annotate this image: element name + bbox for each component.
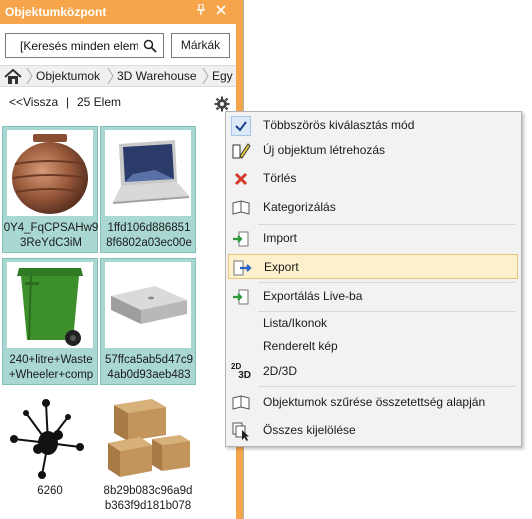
- breadcrumb-objects[interactable]: Objektumok: [36, 69, 100, 83]
- checkmark-icon: [231, 116, 251, 136]
- panel-title: Objektumközpont: [5, 5, 107, 19]
- tile-name-line2: +Wheeler+comp: [8, 369, 94, 381]
- select-all-icon: [231, 421, 251, 441]
- filter-complexity-icon: [231, 393, 251, 413]
- menu-separator: [258, 224, 516, 225]
- categorize-book-icon: [231, 198, 251, 218]
- breadcrumb-separator-icon: [107, 67, 115, 85]
- close-icon[interactable]: [214, 4, 228, 20]
- green-wheelie-bin-thumbnail: [7, 262, 93, 348]
- breadcrumb-3d-warehouse[interactable]: 3D Warehouse: [117, 69, 197, 83]
- gear-icon[interactable]: [214, 96, 230, 112]
- tile-name-line2: 8f6802a03ec00e: [106, 237, 192, 249]
- cardboard-boxes-thumbnail: [104, 393, 190, 479]
- menu-item-export-live[interactable]: Exportálás Live-ba: [228, 284, 518, 309]
- object-tile[interactable]: 8b29b083c96a9d b363f9d181b078: [100, 390, 196, 517]
- search-placeholder: [Keresés minden elem: [20, 39, 138, 53]
- mac-mini-thumbnail: [105, 262, 191, 348]
- tile-name-line1: 8b29b083c96a9d: [103, 485, 193, 497]
- home-icon[interactable]: [2, 67, 24, 86]
- delete-x-icon: [231, 169, 251, 189]
- tile-name-line1: 6260: [37, 485, 63, 497]
- copper-pot-thumbnail: [7, 130, 93, 216]
- tile-name-line1: 240+litre+Waste: [9, 354, 93, 366]
- new-object-pencil-icon: [231, 141, 251, 161]
- molecule-model-thumbnail: [6, 393, 92, 479]
- menu-separator: [258, 282, 516, 283]
- object-center-panel: Objektumközpont [Keresés minden elem Már…: [0, 0, 236, 519]
- laptop-thumbnail: [105, 130, 191, 216]
- menu-item-list-icons[interactable]: Lista/Ikonok: [228, 311, 518, 336]
- tile-name-line1: 1ffd106d886851: [107, 222, 191, 234]
- menu-item-export[interactable]: Export: [228, 254, 518, 279]
- context-menu: Többszörös kiválasztás mód Új objektum l…: [225, 111, 522, 447]
- object-tile[interactable]: 240+litre+Waste +Wheeler+comp: [2, 258, 98, 385]
- menu-separator: [258, 386, 516, 387]
- tile-name-line2: 4ab0d93aeb483: [107, 369, 191, 381]
- tile-name-line2: 3ReYdC3iM: [20, 237, 82, 249]
- menu-item-import[interactable]: Import: [228, 226, 518, 251]
- count-separator: |: [66, 95, 70, 109]
- brands-button[interactable]: Márkák: [171, 33, 230, 58]
- 2d-3d-icon: 2D 3D: [231, 362, 251, 381]
- breadcrumb: Objektumok 3D Warehouse Egy: [0, 65, 236, 87]
- object-tile[interactable]: 0Y4_FqCPSAHw9 3ReYdC3iM: [2, 126, 98, 253]
- item-count: 25 Elem: [77, 95, 122, 109]
- export-live-icon: [231, 287, 251, 307]
- tile-name-line2: b363f9d181b078: [104, 500, 192, 512]
- menu-item-new-object[interactable]: Új objektum létrehozás: [228, 138, 518, 163]
- tile-name-line1: 0Y4_FqCPSAHw9: [3, 222, 99, 234]
- export-icon: [232, 258, 252, 278]
- menu-item-rendered-image[interactable]: Renderelt kép: [228, 334, 518, 359]
- breadcrumb-separator-icon: [26, 67, 34, 85]
- menu-item-delete[interactable]: Törlés: [228, 166, 518, 191]
- back-link[interactable]: <<Vissza: [9, 95, 58, 109]
- object-tile[interactable]: 6260: [2, 390, 98, 517]
- import-icon: [231, 229, 251, 249]
- menu-item-select-all[interactable]: Összes kijelölése: [228, 418, 518, 443]
- object-tile[interactable]: 1ffd106d886851 8f6802a03ec00e: [100, 126, 196, 253]
- pin-icon[interactable]: [194, 3, 208, 20]
- tile-name-line1: 57ffca5ab5d47c9: [104, 354, 194, 366]
- search-icon[interactable]: [143, 39, 157, 53]
- menu-item-filter-complexity[interactable]: Objektumok szűrése összetettség alapján: [228, 390, 518, 415]
- breadcrumb-current[interactable]: Egy: [212, 69, 233, 83]
- search-input[interactable]: [Keresés minden elem: [5, 33, 164, 58]
- panel-title-bar: Objektumközpont: [0, 0, 236, 24]
- menu-item-multi-select[interactable]: Többszörös kiválasztás mód: [228, 113, 518, 138]
- menu-item-2d-3d[interactable]: 2D 3D 2D/3D: [228, 359, 518, 384]
- object-tile[interactable]: 57ffca5ab5d47c9 4ab0d93aeb483: [100, 258, 196, 385]
- breadcrumb-separator-icon: [202, 67, 210, 85]
- menu-item-categorize[interactable]: Kategorizálás: [228, 195, 518, 220]
